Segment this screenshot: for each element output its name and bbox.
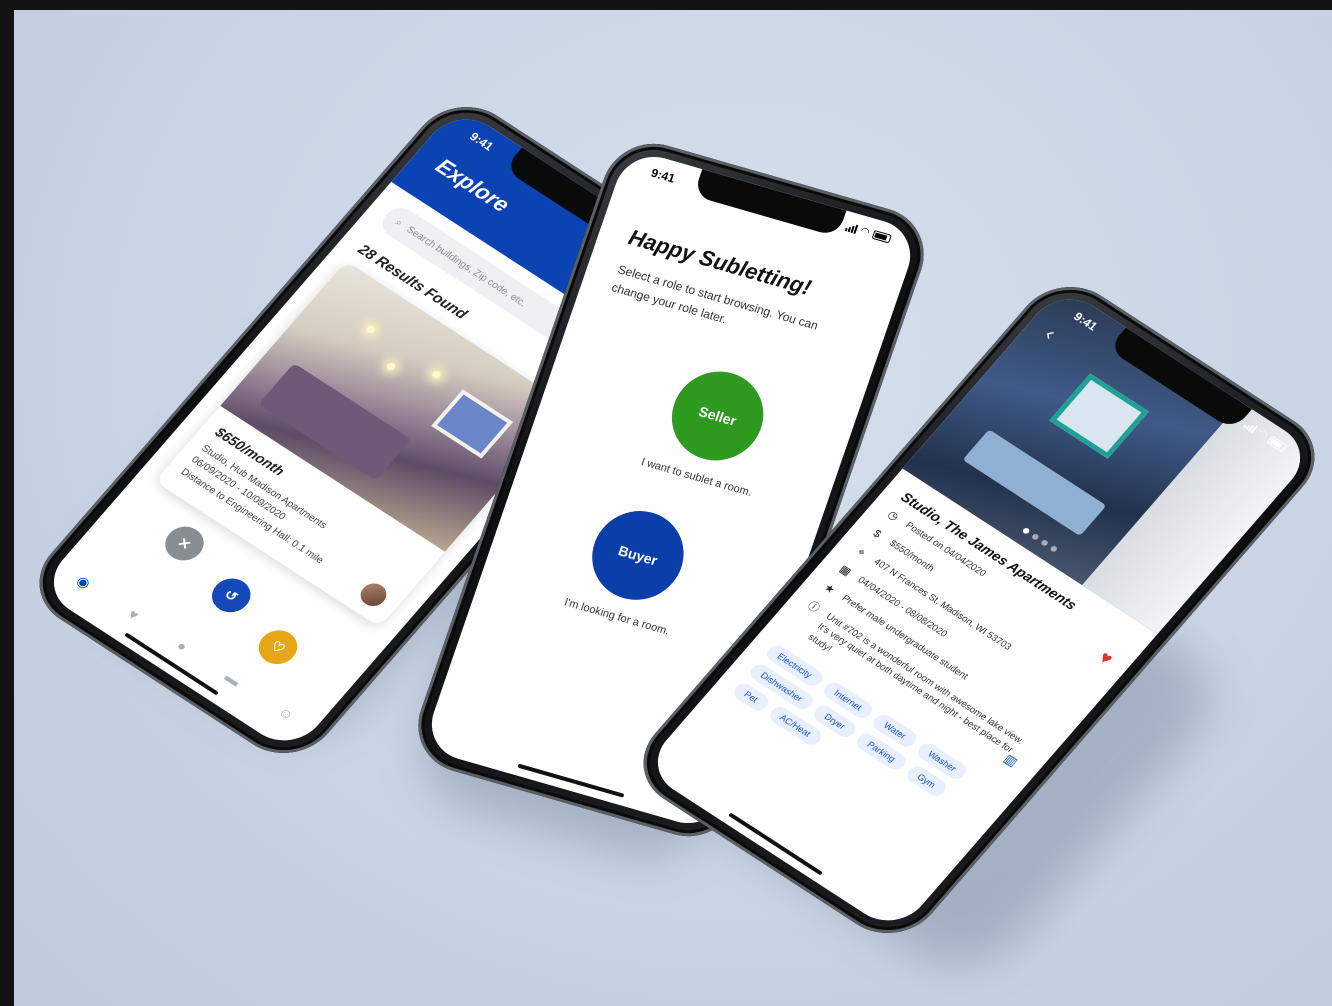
- room-light: [384, 361, 397, 372]
- room-window: [431, 389, 514, 459]
- undo-button[interactable]: ↺: [204, 572, 259, 620]
- profile-icon[interactable]: ☺: [274, 703, 298, 724]
- explore-icon[interactable]: ◉: [73, 573, 94, 593]
- mockup-stage: 9:41 Explore ⌕ Search buildings, Zip cod…: [14, 10, 1332, 1006]
- seller-button[interactable]: Seller: [659, 361, 776, 472]
- dismiss-button[interactable]: ✕: [157, 520, 212, 568]
- signal-icon: [844, 222, 859, 234]
- room-light: [430, 369, 443, 380]
- calendar-icon: ▦: [836, 563, 854, 579]
- room-window: [1049, 373, 1149, 459]
- chat-icon[interactable]: ●: [173, 637, 191, 655]
- location-pin-icon: ⌖: [854, 546, 868, 559]
- heart-icon[interactable]: ♥: [124, 606, 143, 623]
- buyer-option[interactable]: Buyer I'm looking for a room.: [488, 477, 780, 660]
- star-icon: ★: [821, 581, 838, 597]
- pager-dot[interactable]: [1021, 526, 1031, 535]
- card-icon[interactable]: ▬: [221, 669, 244, 690]
- back-icon[interactable]: ‹: [1039, 324, 1060, 345]
- buyer-caption: I'm looking for a room.: [562, 596, 671, 638]
- clock-icon: ◷: [884, 508, 901, 524]
- search-icon: ⌕: [392, 216, 405, 229]
- seller-option[interactable]: Seller I want to sublet a room.: [596, 346, 830, 512]
- wifi-icon: ◠: [859, 225, 872, 239]
- room-bed: [962, 429, 1107, 537]
- room-light: [364, 324, 377, 335]
- buyer-button[interactable]: Buyer: [579, 500, 696, 611]
- pager-dot[interactable]: [1030, 532, 1040, 541]
- like-button[interactable]: ♡: [250, 623, 305, 671]
- pager-dot[interactable]: [1049, 544, 1059, 553]
- home-indicator: [517, 763, 625, 798]
- seller-caption: I want to sublet a room.: [639, 456, 754, 500]
- dollar-icon: $: [870, 527, 884, 541]
- home-indicator: [728, 812, 824, 876]
- pager-dot[interactable]: [1040, 538, 1050, 547]
